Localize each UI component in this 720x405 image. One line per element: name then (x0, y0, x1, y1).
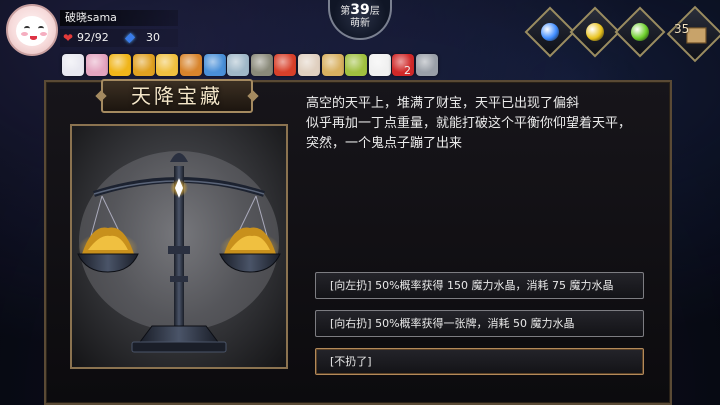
mana-value: 30 (146, 31, 160, 44)
vip-card-icon[interactable] (321, 54, 344, 76)
floor-suffix: 层 (369, 6, 380, 17)
feather-icon[interactable] (227, 54, 250, 76)
event-title-plate: 天降宝藏 (101, 79, 253, 113)
hammer-icon[interactable] (416, 54, 438, 76)
mana-crystal-icon (124, 32, 136, 44)
golden-fruit-icon[interactable] (156, 54, 179, 76)
crossed-swords-icon[interactable] (250, 54, 273, 76)
event-image (70, 124, 288, 369)
red-potion-icon[interactable] (274, 54, 297, 76)
cake-icon[interactable] (203, 54, 226, 76)
staff-icon[interactable] (345, 54, 368, 76)
item-count: 2 (404, 64, 411, 77)
choice-throw-right-button[interactable]: [向右扔] 50%概率获得一张牌，消耗 50 魔力水晶 (315, 310, 644, 337)
white-cat-icon[interactable] (62, 54, 84, 76)
description-line: 突然，一个鬼点子蹦了出来 (306, 136, 463, 151)
blue-potion-icon[interactable] (524, 6, 576, 58)
choice-throw-left-button[interactable]: [向左扔] 50%概率获得 150 魔力水晶，消耗 75 魔力水晶 (315, 272, 644, 299)
crown-icon[interactable] (109, 54, 132, 76)
hp-value: 92/92 (77, 31, 109, 44)
gold-pouch-icon[interactable] (132, 54, 155, 76)
floor-number: 39 (350, 2, 370, 18)
description-line: 高空的天平上，堆满了财宝，天平已出现了偏斜 (306, 96, 580, 111)
floor-prefix: 第 (340, 6, 351, 17)
event-description: 高空的天平上，堆满了财宝，天平已出现了偏斜 似乎再加一丁点重量，就能打破这个平衡… (306, 94, 668, 154)
burger-icon[interactable] (180, 54, 202, 76)
green-potion-icon[interactable] (614, 6, 666, 58)
balance-scale-with-gold-icon (77, 151, 281, 353)
player-stats: ❤ 92/92 30 (60, 29, 178, 47)
quill-icon[interactable] (298, 54, 320, 76)
heart-icon: ❤ (63, 31, 74, 45)
event-title: 天降宝藏 (131, 84, 223, 108)
pink-creature-icon[interactable] (85, 54, 108, 76)
choice-decline-button[interactable]: [不扔了] (315, 348, 644, 375)
yellow-potion-icon[interactable] (569, 6, 621, 58)
player-avatar[interactable] (6, 4, 58, 56)
floor-stage: 萌新 (350, 18, 370, 29)
chest-count: 35 (674, 22, 690, 36)
player-name: 破晓sama (60, 10, 178, 26)
floor-indicator: 第39层 萌新 (328, 0, 392, 40)
description-line: 似乎再加一丁点重量，就能打破这个平衡你仰望着天平， (306, 116, 632, 131)
dice-icon[interactable] (368, 54, 391, 76)
